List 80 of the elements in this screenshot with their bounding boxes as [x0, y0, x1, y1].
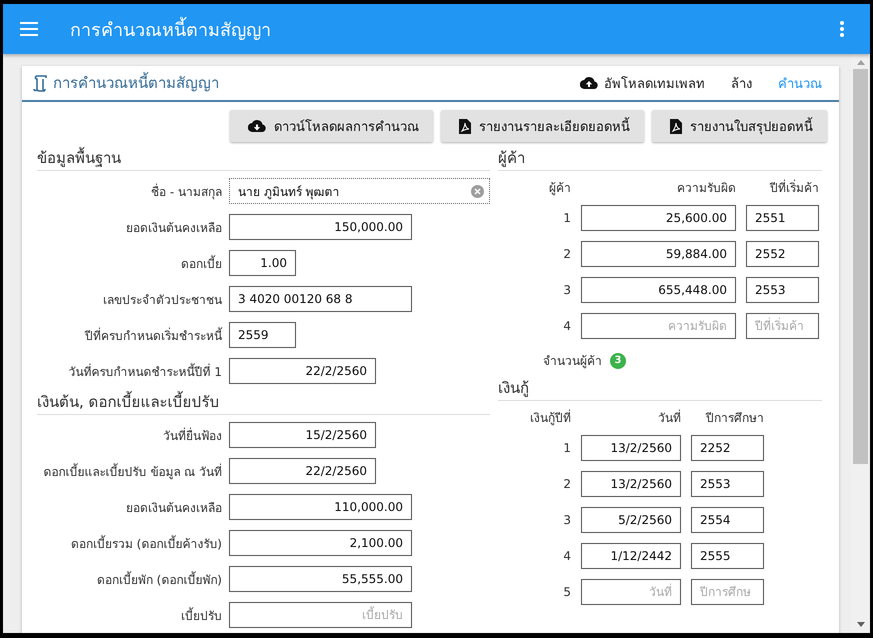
input-field[interactable]: 22/2/2560: [229, 358, 376, 384]
input-field[interactable]: ปีการศึกษ: [691, 579, 764, 605]
input-field[interactable]: 13/2/2560: [581, 435, 681, 461]
input-field[interactable]: 2554: [691, 507, 764, 533]
input-field[interactable]: เบี้ยปรับ: [229, 602, 412, 628]
row-number: 1: [562, 441, 571, 455]
pdf-file-icon: [670, 118, 682, 134]
input-field[interactable]: 2559: [229, 322, 296, 348]
row-number: 1: [562, 211, 571, 225]
input-field[interactable]: 25,600.00: [581, 205, 736, 231]
row-number: 3: [562, 513, 571, 527]
cloud-upload-icon: [580, 76, 598, 90]
input-field[interactable]: 15/2/2560: [229, 422, 376, 448]
input-field[interactable]: 2553: [691, 471, 764, 497]
input-field[interactable]: 2551: [746, 205, 819, 231]
input-field[interactable]: 13/2/2560: [581, 471, 681, 497]
pdf-file-icon: [459, 118, 471, 134]
input-field[interactable]: 22/2/2560: [229, 458, 376, 484]
field-label: วันที่ครบกำหนดชำระหนี้ปีที่ 1: [68, 362, 222, 380]
clear-button[interactable]: ล้าง: [731, 70, 752, 96]
field-label: เบี้ยปรับ: [180, 606, 222, 624]
count-label: จำนวนผู้ค้า: [543, 353, 602, 370]
upload-button[interactable]: อัพโหลดเทมเพลท: [580, 70, 705, 96]
input-field[interactable]: 2,100.00: [229, 530, 412, 556]
download-button[interactable]: ดาวน์โหลดผลการคำนวณ: [230, 110, 433, 142]
field-label: เลขประจำตัวประชาชน: [102, 292, 222, 308]
scrollbar-thumb[interactable]: [853, 69, 868, 464]
field-label: วันที่ยื่นฟ้อง: [162, 426, 222, 444]
column-header: ผู้ค้า: [548, 180, 571, 197]
report-button[interactable]: รายงานใบสรุปยอดหนี้: [652, 110, 827, 142]
input-field[interactable]: 655,448.00: [581, 277, 736, 303]
input-field[interactable]: ปีที่เริ่มค้า: [746, 313, 819, 339]
field-label: ปีที่ครบกำหนดเริ่มชำระหนี้: [84, 326, 222, 344]
input-field[interactable]: 1.00: [229, 250, 296, 276]
section-heading: เงินต้น, ดอกเบี้ยและเบี้ยปรับ: [37, 386, 490, 415]
row-number: 2: [562, 247, 571, 261]
column-header: ปีที่เริ่มค้า: [768, 178, 819, 197]
field-label: ดอกเบี้ยและเบี้ยปรับ ข้อมูล ณ วันที่: [42, 462, 222, 480]
row-number: 4: [562, 549, 571, 563]
field-label: ชื่อ - นามสกุล: [150, 182, 222, 200]
app-title: การคำนวณหนี้ตามสัญญา: [70, 14, 840, 44]
scroll-up-icon[interactable]: [856, 60, 864, 65]
row-number: 3: [562, 283, 571, 297]
input-field[interactable]: 2252: [691, 435, 764, 461]
cloud-download-icon: [248, 119, 266, 133]
input-field[interactable]: 3 4020 00120 68 8: [229, 286, 412, 312]
section-heading: ผู้ค้า: [498, 142, 822, 171]
input-field[interactable]: 2552: [746, 241, 819, 267]
input-field[interactable]: 150,000.00: [229, 214, 412, 240]
section-heading: เงินกู้: [498, 372, 822, 401]
column-header: ปีการศึกษา: [704, 410, 764, 427]
input-field[interactable]: วันที่: [581, 579, 681, 605]
input-field[interactable]: 110,000.00: [229, 494, 412, 520]
column-header: ความรับผิด: [676, 180, 736, 197]
field-label: ดอกเบี้ย: [180, 254, 222, 272]
section-heading: ข้อมูลพื้นฐาน: [37, 142, 490, 171]
input-field[interactable]: 2553: [746, 277, 819, 303]
more-icon[interactable]: [840, 21, 844, 37]
input-field[interactable]: ความรับผิด: [581, 313, 736, 339]
column-header: เงินกู้ปีที่: [529, 408, 571, 427]
clear-icon[interactable]: [471, 185, 484, 198]
field-label: ดอกเบี้ยรวม (ดอกเบี้ยค้างรับ): [70, 534, 222, 552]
field-label: ยอดเงินต้นคงเหลือ: [125, 220, 222, 236]
card-title: การคำนวณหนี้ตามสัญญา: [53, 71, 220, 94]
input-field[interactable]: 2555: [691, 543, 764, 569]
report-button[interactable]: รายงานรายละเอียดยอดหนี้: [441, 110, 644, 142]
row-number: 5: [562, 585, 571, 599]
count-badge: 3: [610, 352, 626, 368]
field-label: ดอกเบี้ยพัก (ดอกเบี้ยพัก): [96, 570, 222, 588]
column-header: วันที่: [657, 408, 681, 427]
name-field[interactable]: นาย ภูมินทร์ พุฒตา: [229, 178, 490, 204]
scroll-down-icon[interactable]: [856, 622, 864, 627]
row-number: 2: [562, 477, 571, 491]
input-field[interactable]: 5/2/2560: [581, 507, 681, 533]
input-field[interactable]: 59,884.00: [581, 241, 736, 267]
row-number: 4: [562, 319, 571, 333]
input-field[interactable]: 55,555.00: [229, 566, 412, 592]
input-field[interactable]: 1/12/2442: [581, 543, 681, 569]
field-label: ยอดเงินต้นคงเหลือ: [125, 500, 222, 516]
menu-icon[interactable]: [20, 22, 38, 36]
